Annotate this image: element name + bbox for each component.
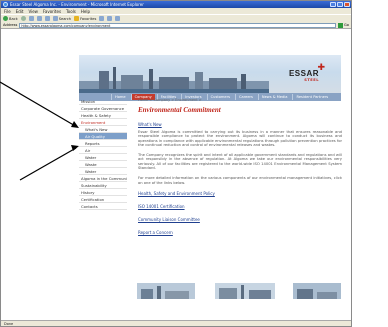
history-icon	[99, 16, 105, 21]
intro-paragraph: Essar Steel Algoma is committed to carry…	[138, 130, 342, 147]
sidenav-item-environment[interactable]: Environment	[79, 119, 127, 126]
sidenav-item-corporate-governance[interactable]: Corporate Governance	[79, 105, 127, 112]
page-title: Environmental Commitment	[138, 106, 221, 114]
sidenav-item-community[interactable]: Algoma in the Community	[79, 175, 127, 182]
sidenav-item-certification[interactable]: Certification	[79, 196, 127, 203]
sidenav-sub-air[interactable]: Air	[79, 147, 127, 154]
maximize-button[interactable]	[337, 2, 343, 7]
plant-photos	[137, 283, 341, 299]
go-arrow-icon	[338, 22, 344, 28]
favorites-label: Favorites	[80, 16, 97, 21]
forward-arrow-icon	[20, 16, 26, 21]
refresh-icon	[36, 16, 42, 21]
forward-button[interactable]	[20, 16, 26, 21]
back-arrow-icon	[3, 16, 8, 21]
favorites-star-icon	[74, 16, 80, 21]
essar-logo[interactable]: ESSAR	[289, 69, 319, 78]
sidenav-sub-water-2[interactable]: Water	[79, 168, 127, 175]
sidenav-item-mission[interactable]: Mission	[79, 98, 127, 105]
ie-logo-icon	[3, 2, 8, 7]
sidenav-sub-whats-new[interactable]: What's New	[79, 126, 127, 133]
minimize-button[interactable]	[330, 2, 336, 7]
address-bar: Address http://www.essaralgoma.com/compa…	[1, 22, 351, 29]
browser-window: Essar Steel Algoma Inc. - Environment - …	[0, 0, 352, 327]
refresh-button[interactable]	[36, 16, 42, 21]
sidenav-item-health-safety[interactable]: Health & Safety	[79, 112, 127, 119]
back-label: Back	[9, 16, 18, 21]
search-icon	[52, 16, 58, 21]
link-iso-certification[interactable]: ISO 14001 Certification	[138, 204, 342, 211]
whats-new-link[interactable]: What's New	[138, 122, 342, 130]
go-label: Go	[344, 23, 349, 27]
print-icon	[115, 16, 121, 21]
page-content: ✚ ESSAR STEEL Home Company Facilities In…	[1, 30, 351, 326]
sidenav-sub-water[interactable]: Water	[79, 154, 127, 161]
mail-button[interactable]	[107, 16, 113, 21]
menu-view[interactable]: View	[28, 9, 38, 14]
sidenav-item-sustainability[interactable]: Sustainability	[79, 182, 127, 189]
menu-file[interactable]: File	[4, 9, 11, 14]
history-button[interactable]	[99, 16, 105, 21]
standards-paragraph: The Company recognizes the spirit and in…	[138, 153, 342, 171]
sidenav-sub-waste[interactable]: Waste	[79, 161, 127, 168]
sidenav-item-history[interactable]: History	[79, 189, 127, 196]
side-navigation: Mission Corporate Governance Health & Sa…	[79, 98, 127, 210]
menu-edit[interactable]: Edit	[16, 9, 24, 14]
close-button[interactable]	[344, 2, 350, 7]
links-intro-paragraph: For more detailed information on the var…	[138, 176, 342, 185]
stop-button[interactable]	[28, 16, 34, 21]
search-button[interactable]: Search	[52, 16, 72, 21]
toolbar: Back Search Favorites	[1, 14, 351, 22]
address-input[interactable]: http://www.essaralgoma.com/company/envir…	[19, 22, 337, 28]
sidenav-sub-reports[interactable]: Reports	[79, 140, 127, 147]
mail-icon	[107, 16, 113, 21]
link-hse-policy[interactable]: Health, Safety and Environment Policy	[138, 191, 342, 198]
steel-plant-image	[79, 67, 269, 93]
sidenav-item-contacts[interactable]: Contacts	[79, 203, 127, 210]
menu-favorites[interactable]: Favorites	[43, 9, 61, 14]
favorites-button[interactable]: Favorites	[74, 16, 96, 21]
link-report-concern[interactable]: Report a Concern	[138, 230, 342, 237]
site-header-banner: ✚ ESSAR STEEL	[79, 55, 341, 93]
stop-icon	[28, 16, 34, 21]
sidenav-sub-air-quality[interactable]: Air Quality	[79, 133, 127, 140]
window-title: Essar Steel Algoma Inc. - Environment - …	[10, 2, 144, 7]
go-button[interactable]: Go	[338, 22, 349, 28]
address-label: Address	[3, 23, 18, 27]
title-bar: Essar Steel Algoma Inc. - Environment - …	[1, 1, 351, 8]
essar-logo-steel: STEEL	[304, 78, 319, 82]
status-text: Done	[4, 321, 14, 326]
main-column: Home > Company > Environment > Environme…	[138, 98, 342, 243]
menu-tools[interactable]: Tools	[66, 9, 76, 14]
search-label: Search	[58, 16, 72, 21]
back-button[interactable]: Back	[3, 16, 18, 21]
link-community-committee[interactable]: Community Liaison Committee	[138, 217, 342, 224]
breadcrumb[interactable]: Home > Company > Environment >	[138, 98, 342, 105]
status-bar: Done	[1, 320, 351, 326]
menu-help[interactable]: Help	[81, 9, 90, 14]
home-icon	[44, 16, 50, 21]
home-button[interactable]	[44, 16, 50, 21]
print-button[interactable]	[115, 16, 121, 21]
